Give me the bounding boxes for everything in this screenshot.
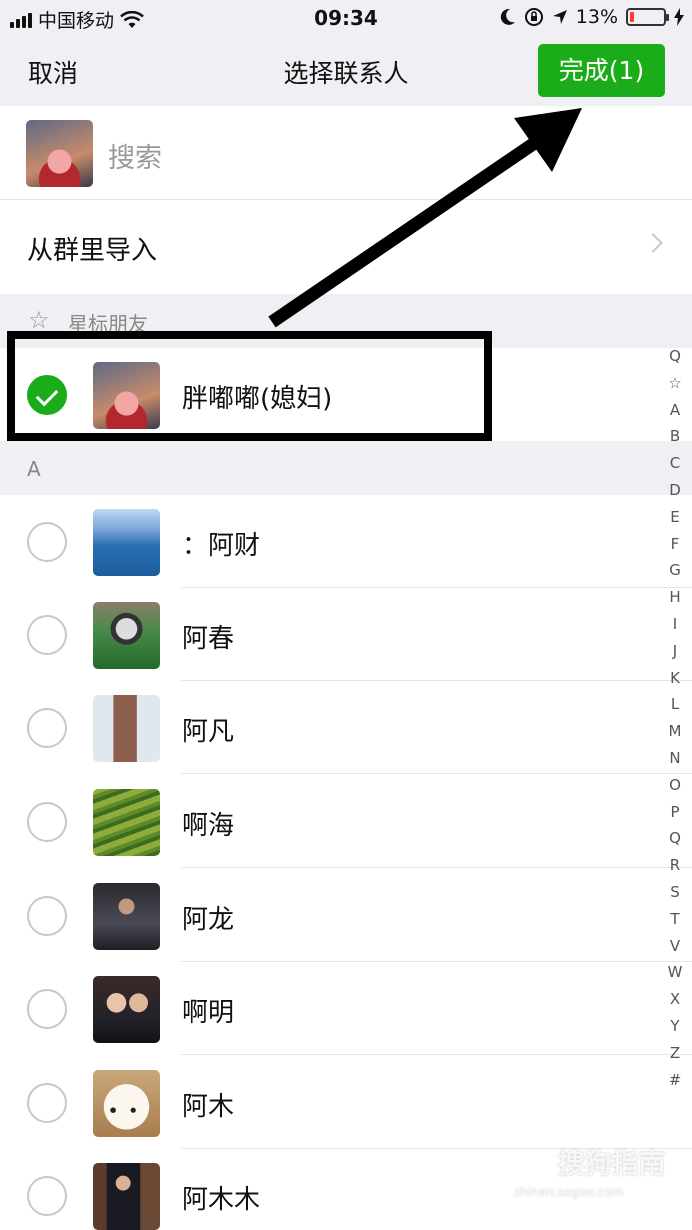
contact-row[interactable]: 啊明	[0, 962, 692, 1055]
done-button[interactable]: 完成(1)	[538, 44, 665, 97]
chevron-right-icon	[643, 233, 663, 253]
moon-icon	[500, 8, 515, 25]
rotation-lock-icon	[524, 8, 543, 26]
battery-percent: 13%	[575, 6, 618, 28]
pig-avatar	[93, 362, 160, 429]
index-letter[interactable]: B	[660, 423, 690, 450]
contact-name: 阿春	[182, 624, 235, 654]
index-letter[interactable]: G	[660, 557, 690, 584]
search-bar[interactable]: 搜索	[0, 106, 692, 200]
ball-avatar	[93, 602, 160, 669]
selected-contact-avatar[interactable]	[26, 120, 93, 187]
watermark-url: zhinan.sogou.com	[514, 1184, 624, 1199]
checkbox-checked[interactable]	[27, 375, 67, 415]
contact-name: 阿木木	[182, 1185, 261, 1215]
status-right: 13%	[500, 6, 684, 28]
index-letter[interactable]: L	[660, 691, 690, 718]
contact-row[interactable]: 胖嘟嘟(媳妇)	[0, 348, 692, 441]
contact-row[interactable]: 阿凡	[0, 681, 692, 774]
contact-name: 阿龙	[182, 905, 235, 935]
import-from-group-row[interactable]: 从群里导入	[0, 200, 692, 294]
contact-row[interactable]: 阿木	[0, 1056, 692, 1149]
index-letter[interactable]: O	[660, 772, 690, 799]
index-letter[interactable]: F	[660, 531, 690, 558]
alphabet-index-bar[interactable]: Q ☆ A B C D E F G H I J K L M N O P Q R S T V W X Y Z #	[660, 343, 690, 1093]
index-letter[interactable]: V	[660, 933, 690, 960]
index-letter[interactable]: Y	[660, 1013, 690, 1040]
status-bar: 中国移动 09:34 13%	[0, 0, 692, 36]
checkbox[interactable]	[27, 1083, 67, 1123]
index-letter[interactable]: Q	[660, 825, 690, 852]
contact-name: 胖嘟嘟(媳妇)	[182, 384, 333, 414]
index-letter[interactable]: Z	[660, 1040, 690, 1067]
index-letter[interactable]: S	[660, 879, 690, 906]
index-letter[interactable]: C	[660, 450, 690, 477]
index-letter[interactable]: M	[660, 718, 690, 745]
contact-name: 阿凡	[182, 717, 235, 747]
section-label: A	[27, 457, 41, 481]
search-input[interactable]: 搜索	[108, 136, 162, 175]
index-letter[interactable]: X	[660, 986, 690, 1013]
nav-bar: 取消 选择联系人 完成(1)	[0, 36, 692, 106]
charging-icon	[674, 8, 684, 26]
index-letter[interactable]: W	[660, 959, 690, 986]
contact-name: ：阿财	[182, 531, 261, 561]
terrace-avatar	[93, 789, 160, 856]
contact-row[interactable]: 阿春	[0, 588, 692, 681]
index-letter[interactable]: K	[660, 665, 690, 692]
checkbox[interactable]	[27, 615, 67, 655]
location-icon	[552, 10, 567, 24]
section-label: 星标朋友	[68, 312, 148, 336]
checkbox[interactable]	[27, 896, 67, 936]
watermark-brand: 搜狗指南	[557, 1149, 666, 1180]
tower-avatar	[93, 695, 160, 762]
index-letter[interactable]: ☆	[660, 370, 690, 397]
section-header-a: A	[0, 441, 692, 495]
index-letter[interactable]: D	[660, 477, 690, 504]
contact-row[interactable]: 啊海	[0, 775, 692, 868]
index-letter[interactable]: I	[660, 611, 690, 638]
star-icon: ☆	[28, 306, 50, 334]
watermark-logo-icon	[514, 1148, 548, 1183]
suit-avatar	[93, 1163, 160, 1230]
index-letter[interactable]: Q	[660, 343, 690, 370]
index-letter[interactable]: N	[660, 745, 690, 772]
divider	[181, 1054, 692, 1055]
checkbox[interactable]	[27, 1176, 67, 1216]
contact-name: 啊海	[182, 811, 235, 841]
contact-row[interactable]: 阿龙	[0, 869, 692, 962]
index-letter[interactable]: #	[660, 1067, 690, 1094]
divider	[181, 773, 692, 774]
checkbox[interactable]	[27, 802, 67, 842]
section-header-starred: ☆ 星标朋友	[0, 294, 692, 348]
index-letter[interactable]: E	[660, 504, 690, 531]
index-letter[interactable]: H	[660, 584, 690, 611]
import-from-group-label: 从群里导入	[27, 236, 158, 266]
checkbox[interactable]	[27, 989, 67, 1029]
index-letter[interactable]: A	[660, 397, 690, 424]
index-letter[interactable]: T	[660, 906, 690, 933]
man-avatar	[93, 883, 160, 950]
couple-avatar	[93, 976, 160, 1043]
index-letter[interactable]: R	[660, 852, 690, 879]
contact-row[interactable]: ：阿财	[0, 495, 692, 588]
index-letter[interactable]: J	[660, 638, 690, 665]
lake-avatar	[93, 509, 160, 576]
checkbox[interactable]	[27, 522, 67, 562]
divider	[181, 867, 692, 868]
index-letter[interactable]: P	[660, 799, 690, 826]
battery-icon	[626, 8, 669, 26]
contact-name: 啊明	[182, 998, 235, 1028]
battery-fill	[630, 12, 635, 22]
watermark: 搜狗指南 zhinan.sogou.com	[514, 1142, 684, 1208]
dog-avatar	[93, 1070, 160, 1137]
contact-name: 阿木	[182, 1092, 235, 1122]
checkbox[interactable]	[27, 708, 67, 748]
